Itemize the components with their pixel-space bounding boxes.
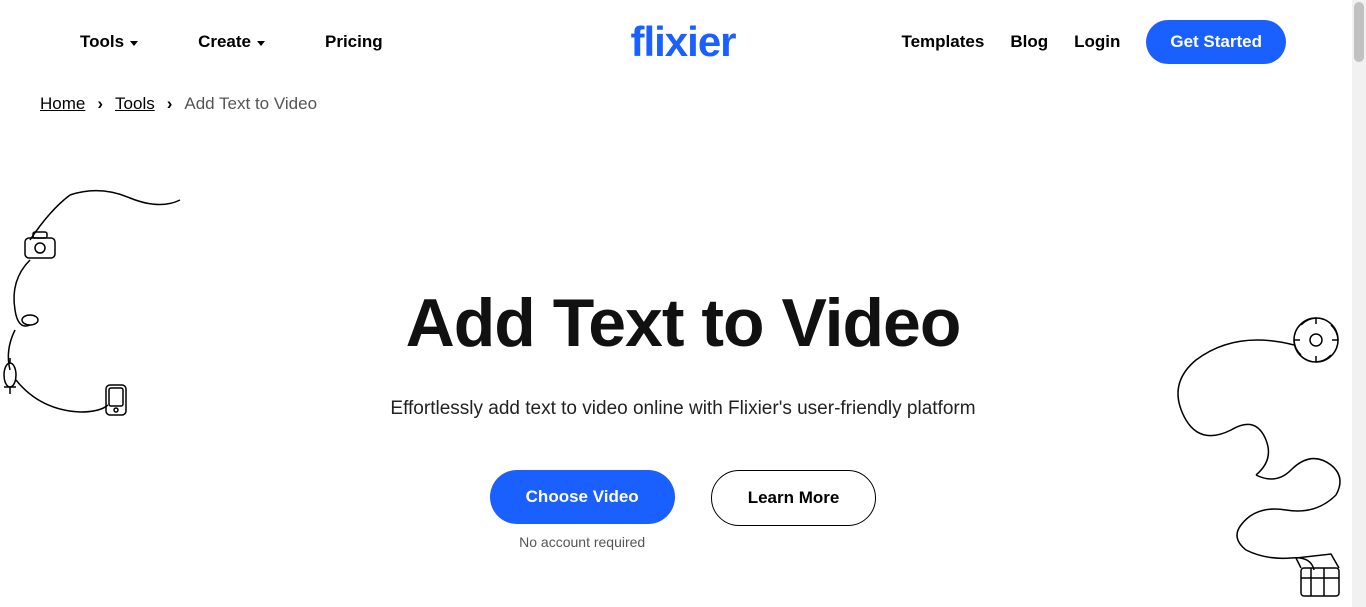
nav-pricing[interactable]: Pricing <box>325 32 383 52</box>
nav-blog[interactable]: Blog <box>1010 32 1048 52</box>
nav-tools[interactable]: Tools <box>80 32 138 52</box>
choose-video-button[interactable]: Choose Video <box>490 470 675 524</box>
no-account-note: No account required <box>519 534 645 550</box>
chevron-down-icon <box>130 41 138 46</box>
get-started-button[interactable]: Get Started <box>1146 20 1286 64</box>
decorative-doodle-right <box>1136 310 1366 600</box>
nav-login[interactable]: Login <box>1074 32 1120 52</box>
logo-text: flixier <box>630 18 735 65</box>
nav-create-label: Create <box>198 32 251 52</box>
scrollbar[interactable] <box>1352 0 1366 607</box>
nav-tools-label: Tools <box>80 32 124 52</box>
learn-more-button[interactable]: Learn More <box>711 470 877 526</box>
breadcrumb-home[interactable]: Home <box>40 94 85 114</box>
nav-right: Templates Blog Login Get Started <box>901 20 1286 64</box>
nav-pricing-label: Pricing <box>325 32 383 52</box>
chevron-right-icon: › <box>167 94 173 114</box>
primary-button-group: Choose Video No account required <box>490 470 675 550</box>
nav-create[interactable]: Create <box>198 32 265 52</box>
breadcrumb-tools[interactable]: Tools <box>115 94 155 114</box>
nav-templates[interactable]: Templates <box>901 32 984 52</box>
breadcrumb: Home › Tools › Add Text to Video <box>0 84 1366 114</box>
header: Tools Create Pricing flixier Templates B… <box>0 0 1366 84</box>
scrollbar-thumb[interactable] <box>1354 2 1364 62</box>
decorative-doodle-left <box>0 180 200 440</box>
logo[interactable]: flixier <box>630 18 735 66</box>
chevron-right-icon: › <box>97 94 103 114</box>
nav-left: Tools Create Pricing <box>80 32 383 52</box>
breadcrumb-current: Add Text to Video <box>184 94 317 114</box>
chevron-down-icon <box>257 41 265 46</box>
